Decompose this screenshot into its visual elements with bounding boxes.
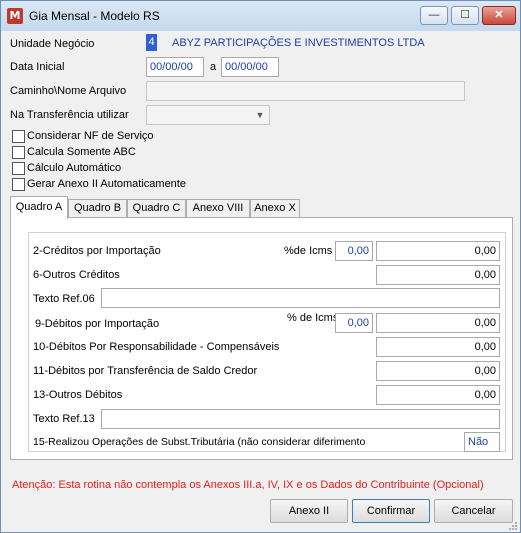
anexo-ii-button[interactable]: Anexo II (270, 499, 348, 523)
close-button[interactable]: ✕ (482, 6, 516, 25)
outros-creditos-label: 6-Outros Créditos (33, 269, 120, 281)
pct-icms-field-1[interactable]: 0,00 (335, 241, 373, 261)
cancel-button[interactable]: Cancelar (434, 499, 513, 523)
data-inicial-label: Data Inicial (10, 61, 65, 73)
creditos-importacao-label: 2-Créditos por Importação (33, 245, 161, 257)
unidade-name: ABYZ PARTICIPAÇÕES E INVESTIMENTOS LTDA (172, 37, 425, 49)
tab-quadro-a[interactable]: Quadro A (10, 196, 68, 219)
debitos-responsabilidade-label: 10-Débitos Por Responsabilidade - Compen… (33, 341, 280, 353)
window-title: Gia Mensal - Modelo RS (29, 9, 160, 23)
chevron-down-icon: ▼ (255, 110, 265, 120)
title-bar[interactable]: M Gia Mensal - Modelo RS — ☐ ✕ (1, 1, 520, 31)
pct-icms-label-1: %de Icms (284, 245, 333, 257)
checkbox-box[interactable] (12, 146, 25, 159)
texto-ref13-field[interactable] (101, 409, 500, 429)
dialog-client-area: Unidade Negócio 4 ABYZ PARTICIPAÇÕES E I… (2, 31, 519, 532)
unidade-label: Unidade Negócio (10, 38, 95, 50)
outros-creditos-field[interactable]: 0,00 (376, 265, 500, 285)
caminho-label: Caminho\Nome Arquivo (10, 85, 127, 97)
tab-anexo-x[interactable]: Anexo X (250, 199, 300, 218)
dialog-window: M Gia Mensal - Modelo RS — ☐ ✕ Unidade N… (0, 0, 521, 533)
minimize-button[interactable]: — (420, 6, 448, 25)
tab-panel-quadro-a: 2-Créditos por Importação %de Icms 0,00 … (10, 217, 513, 460)
texto-ref13-label: Texto Ref.13 (33, 413, 95, 425)
texto-ref06-field[interactable] (101, 288, 500, 308)
transferencia-label: Na Transferência utilizar (10, 109, 129, 121)
caminho-field[interactable] (146, 81, 465, 101)
debitos-transferencia-field[interactable]: 0,00 (376, 361, 500, 381)
debitos-transferencia-label: 11-Débitos por Transferência de Saldo Cr… (33, 365, 258, 377)
tab-strip: Quadro A Quadro B Quadro C Anexo VIII An… (10, 196, 510, 219)
pct-icms-label-2: % de Icms (287, 312, 339, 324)
transferencia-select[interactable]: ▼ (146, 105, 270, 125)
subst-tributaria-field[interactable]: Não (464, 432, 500, 452)
resize-grip-icon[interactable] (508, 521, 518, 531)
subst-tributaria-label: 15-Realizou Operações de Subst.Tributári… (33, 436, 366, 448)
checkbox-label: Calcula Somente ABC (27, 146, 136, 158)
quadro-a-group: 2-Créditos por Importação %de Icms 0,00 … (28, 232, 506, 452)
debitos-responsabilidade-field[interactable]: 0,00 (376, 337, 500, 357)
tab-quadro-b[interactable]: Quadro B (68, 199, 127, 218)
outros-debitos-field[interactable]: 0,00 (376, 385, 500, 405)
unidade-code-field[interactable]: 4 (146, 34, 157, 51)
checkbox-label: Cálculo Automático (27, 162, 122, 174)
outros-debitos-label: 13-Outros Débitos (33, 389, 123, 401)
data-inicial-field[interactable]: 00/00/00 (146, 57, 204, 77)
creditos-importacao-field[interactable]: 0,00 (376, 241, 500, 261)
debitos-importacao-field[interactable]: 0,00 (376, 313, 500, 333)
date-separator: a (210, 61, 217, 73)
tab-anexo-viii[interactable]: Anexo VIII (186, 199, 250, 218)
debitos-importacao-label: 9-Débitos por Importação (35, 318, 160, 330)
data-final-field[interactable]: 00/00/00 (221, 57, 279, 77)
maximize-button[interactable]: ☐ (451, 6, 479, 25)
checkbox-box[interactable] (12, 130, 25, 143)
checkbox-box[interactable] (12, 162, 25, 175)
checkbox-label: Gerar Anexo II Automaticamente (27, 178, 186, 190)
checkbox-box[interactable] (12, 178, 25, 191)
tab-quadro-c[interactable]: Quadro C (127, 199, 186, 218)
app-icon: M (7, 8, 23, 24)
pct-icms-field-2[interactable]: 0,00 (335, 313, 373, 333)
texto-ref06-label: Texto Ref.06 (33, 293, 95, 305)
warning-message: Atenção: Esta rotina não contempla os An… (12, 479, 484, 491)
checkbox-label: Considerar NF de Serviço (27, 130, 154, 142)
confirm-button[interactable]: Confirmar (352, 499, 430, 523)
